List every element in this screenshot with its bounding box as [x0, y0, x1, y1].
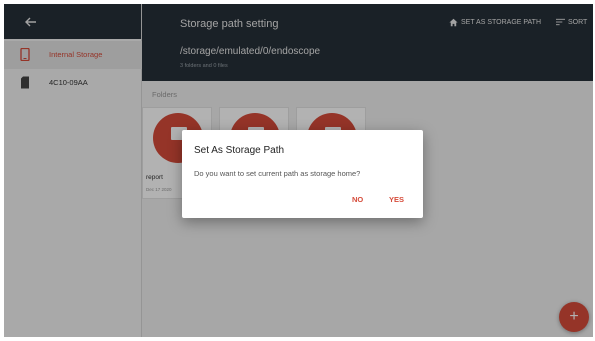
app-window: Internal Storage 4C10-09AA Storage path …	[0, 0, 595, 341]
dialog-message: Do you want to set current path as stora…	[194, 169, 361, 178]
yes-button[interactable]: YES	[389, 195, 404, 204]
set-storage-path-dialog: Set As Storage Path Do you want to set c…	[182, 130, 423, 218]
dialog-title: Set As Storage Path	[194, 145, 285, 156]
no-button[interactable]: NO	[352, 195, 363, 204]
